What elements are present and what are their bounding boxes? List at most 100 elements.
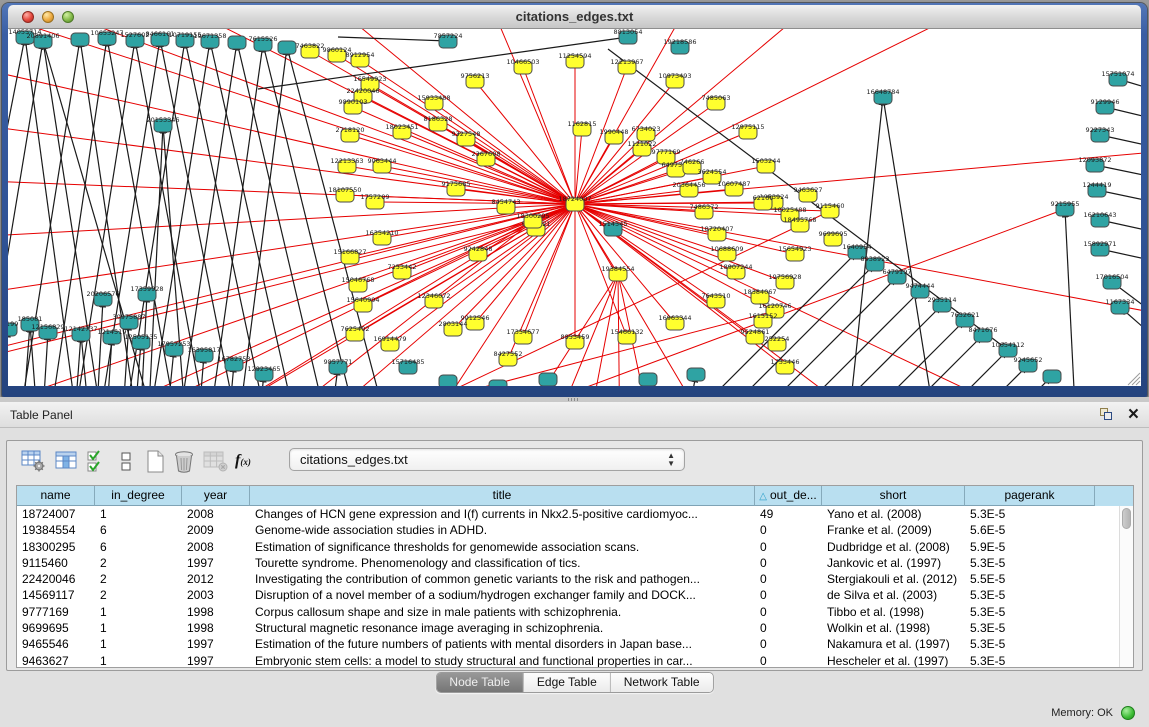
graph-edge[interactable] [575, 29, 708, 204]
graph-edge[interactable] [208, 44, 263, 386]
graph-node-label: 9242848 [464, 245, 493, 253]
tab-node-table[interactable]: Node Table [436, 673, 524, 692]
column-header-short[interactable]: short [822, 486, 965, 506]
import-table-icon[interactable] [203, 450, 229, 472]
table-cell: 0 [755, 587, 822, 603]
table-cell: 14569117 [17, 587, 95, 603]
graph-node-label: 8427552 [494, 350, 523, 358]
graph-node-label: 1733446 [771, 358, 800, 366]
graph-edge[interactable] [575, 203, 763, 204]
table-row[interactable]: 969969511998Structural magnetic resonanc… [17, 620, 1119, 636]
new-table-icon[interactable] [145, 450, 167, 474]
graph-node-label: 9245652 [1014, 356, 1043, 364]
table-cell: 5.3E-5 [965, 620, 1095, 636]
graph-edge[interactable] [178, 42, 237, 386]
table-settings-icon[interactable] [21, 450, 47, 472]
sort-ascending-icon: △ [759, 491, 767, 502]
tab-network-table[interactable]: Network Table [611, 673, 713, 692]
graph-node-label: 8813054 [614, 29, 643, 36]
graph-node-label: 12213967 [610, 58, 643, 66]
toggle-rows-icon[interactable] [119, 450, 133, 474]
graph-node-label: 20891406 [26, 32, 59, 40]
graph-node[interactable] [278, 41, 296, 54]
table-row[interactable]: 1830029562008Estimation of significance … [17, 539, 1119, 555]
function-builder-icon[interactable]: f(x) [235, 452, 251, 470]
column-header-year[interactable]: year [182, 486, 250, 506]
graph-node-label: 11254594 [558, 52, 591, 60]
graph-edge[interactable] [848, 97, 883, 386]
graph-node[interactable] [71, 33, 89, 46]
graph-edge[interactable] [338, 37, 448, 41]
scrollbar-thumb[interactable] [1122, 508, 1131, 529]
table-row[interactable]: 911546021997Tourette syndrome. Phenomeno… [17, 555, 1119, 571]
table-row[interactable]: 1938455462009Genome-wide association stu… [17, 522, 1119, 538]
minimize-window-button[interactable] [42, 11, 54, 23]
table-cell: 5.3E-5 [965, 604, 1095, 620]
table-cell: Franke et al. (2009) [822, 522, 965, 538]
graph-node-label: 18107550 [328, 186, 361, 194]
graph-edge[interactable] [883, 97, 936, 386]
table-cell: 22420046 [17, 571, 95, 587]
graph-edge[interactable] [96, 299, 103, 386]
column-header-title[interactable]: title [250, 486, 755, 506]
graph-edge[interactable] [210, 41, 298, 386]
table-cell: 6 [95, 522, 182, 538]
network-canvas[interactable]: 1405571420891406106532471527602846616110… [8, 29, 1141, 386]
graph-edge[interactable] [42, 332, 48, 386]
graph-node[interactable] [489, 380, 507, 386]
graph-node[interactable] [1043, 370, 1061, 383]
graph-node[interactable] [539, 373, 557, 386]
table-cell: 5.5E-5 [965, 571, 1095, 587]
table-row[interactable]: 1456911722003Disruption of a novel membe… [17, 587, 1119, 603]
graph-edge[interactable] [22, 324, 30, 386]
column-header-in_degree[interactable]: in_degree [95, 486, 182, 506]
table-row[interactable]: 1872400712008Changes of HCN gene express… [17, 506, 1119, 522]
divider-grip-icon[interactable] [568, 398, 580, 401]
graph-node[interactable] [439, 375, 457, 386]
table-selector-dropdown[interactable]: citations_edges.txt ▲▼ [289, 448, 685, 471]
graph-edge[interactable] [8, 179, 575, 204]
table-cell: 1 [95, 620, 182, 636]
graph-edge[interactable] [575, 204, 1141, 319]
graph-edge[interactable] [81, 334, 90, 386]
graph-edge[interactable] [725, 264, 875, 386]
graph-edge[interactable] [30, 324, 38, 386]
graph-node[interactable] [687, 368, 705, 381]
select-columns-icon[interactable] [87, 450, 109, 474]
window-titlebar[interactable]: citations_edges.txt [8, 5, 1141, 29]
tab-edge-table[interactable]: Edge Table [524, 673, 611, 692]
table-row[interactable]: 946362711997Embryonic stem cells: a mode… [17, 653, 1119, 667]
network-canvas-svg[interactable]: 1405571420891406106532471527602846616110… [8, 29, 1141, 386]
table-cell: Tourette syndrome. Phenomenology and cla… [250, 555, 755, 571]
resize-grip-icon[interactable] [1128, 373, 1140, 385]
column-header-pagerank[interactable]: pagerank [965, 486, 1095, 506]
table-cell: 1 [95, 604, 182, 620]
delete-attribute-icon[interactable] [173, 450, 197, 474]
graph-edge[interactable] [858, 350, 1008, 386]
table-row[interactable]: 946554611997Estimation of the future num… [17, 636, 1119, 652]
table-toolbar: f(x) citations_edges.txt ▲▼ [7, 441, 1142, 484]
graph-node-label: 12142737 [64, 325, 97, 333]
graph-node[interactable] [228, 36, 246, 49]
graph-edge[interactable] [74, 334, 81, 386]
graph-edge[interactable] [523, 67, 575, 204]
show-columns-icon[interactable] [55, 450, 79, 472]
close-window-button[interactable] [22, 11, 34, 23]
table-cell: de Silva et al. (2003) [822, 587, 965, 603]
float-panel-icon[interactable] [1100, 408, 1113, 421]
graph-node[interactable] [639, 373, 657, 386]
graph-edge[interactable] [575, 204, 708, 386]
graph-node-label: 2367608 [472, 150, 501, 158]
table-cell: 49 [755, 506, 822, 522]
graph-node-label: 16354210 [365, 229, 398, 237]
graph-edge[interactable] [575, 29, 1008, 204]
close-panel-icon[interactable]: × [1128, 403, 1139, 427]
table-scrollbar[interactable] [1119, 506, 1133, 667]
table-cell: Tibbo et al. (1998) [822, 604, 965, 620]
column-header-name[interactable]: name [17, 486, 95, 506]
table-row[interactable]: 2242004622012Investigating the contribut… [17, 571, 1119, 587]
zoom-window-button[interactable] [62, 11, 74, 23]
graph-node-label: 7486372 [690, 203, 719, 211]
table-row[interactable]: 977716911998Corpus callosum shape and si… [17, 604, 1119, 620]
column-header-out_de[interactable]: △out_de... [755, 486, 822, 506]
